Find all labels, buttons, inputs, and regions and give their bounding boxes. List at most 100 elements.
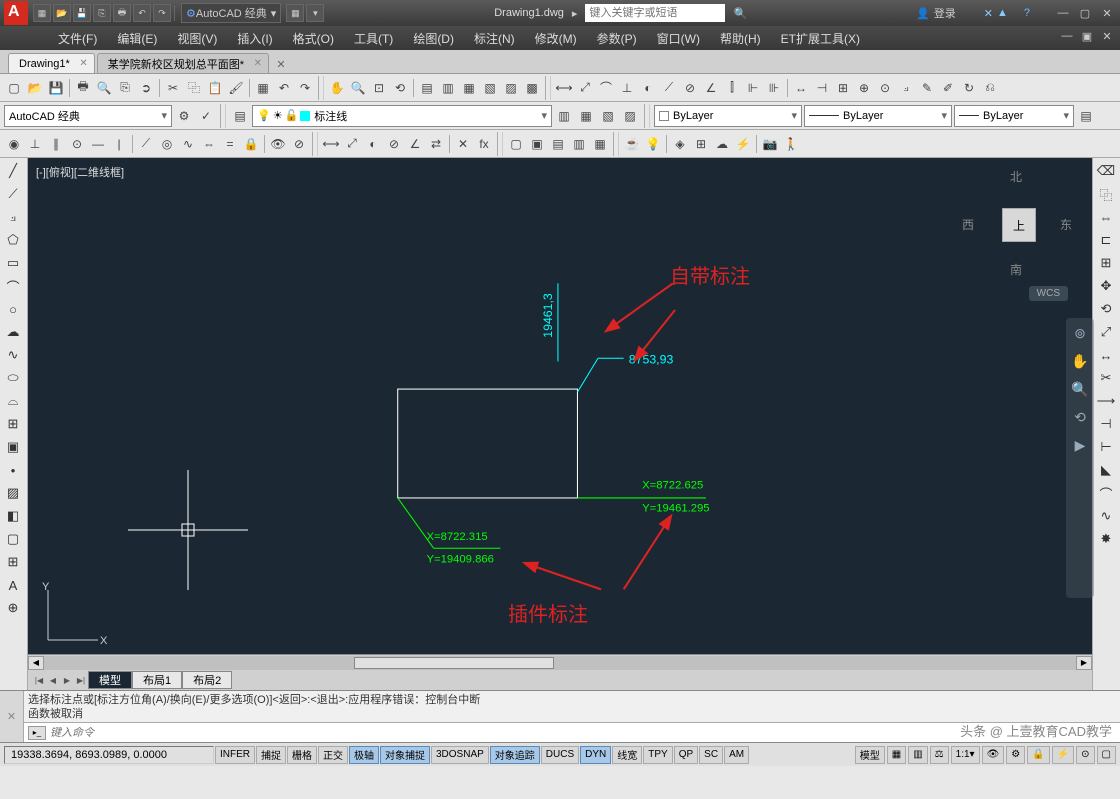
drawing-canvas[interactable]: [-][俯视][二维线框] 8753,93 19461,3 X=8722.625… [28,158,1092,690]
dimedit-icon[interactable]: ✎ [917,78,937,98]
workspace-combo[interactable]: AutoCAD 经典 [4,105,172,127]
addselected-icon[interactable]: ⊕ [2,597,24,619]
scale-icon[interactable]: ⤢ [1095,321,1117,343]
cmd-prompt-icon[interactable]: ▸_ [28,726,46,740]
dcon-lin-icon[interactable]: ⟷ [321,134,341,154]
menu-insert[interactable]: 插入(I) [227,26,282,50]
doc-tab-active[interactable]: Drawing1* ✕ [8,53,95,73]
tolerance-icon[interactable]: ⊞ [833,78,853,98]
cons-horiz-icon[interactable]: — [88,134,108,154]
layout-tab-model[interactable]: 模型 [88,671,132,689]
mirror-icon[interactable]: ⇔ [1095,206,1117,228]
hide-cons-icon[interactable]: ⊘ [289,134,309,154]
viewcube-top[interactable]: 上 [1002,208,1036,242]
qat-dropdown-icon[interactable]: ▾ [306,4,324,22]
isolate-icon[interactable]: ⊙ [1076,746,1094,764]
table-icon[interactable]: ⊞ [2,551,24,573]
cons-tang-icon[interactable]: ⊙ [67,134,87,154]
qat-open-icon[interactable]: 📂 [53,4,71,22]
lt-last-icon[interactable]: ▶| [74,672,88,688]
menu-dimension[interactable]: 标注(N) [464,26,525,50]
menu-tools[interactable]: 工具(T) [344,26,403,50]
menu-view[interactable]: 视图(V) [167,26,227,50]
match-icon[interactable]: 🖌 [226,78,246,98]
vs-concept-icon[interactable]: ▦ [590,134,610,154]
lt-first-icon[interactable]: |◀ [32,672,46,688]
layer-match-icon[interactable]: ▨ [620,106,640,126]
plotstyle-icon[interactable]: ▤ [1076,106,1096,126]
status-ducs[interactable]: DUCS [541,746,579,764]
status-qp[interactable]: QP [674,746,698,764]
ws-settings-icon[interactable]: ⚙ [174,106,194,126]
orbitnav-icon[interactable]: ⟲ [1071,408,1089,426]
dim-cont-icon[interactable]: ⊪ [764,78,784,98]
help-icon[interactable]: ? [1024,7,1030,19]
erase-icon[interactable]: ⌫ [1095,160,1117,182]
map-icon[interactable]: ⊞ [691,134,711,154]
menu-window[interactable]: 窗口(W) [647,26,710,50]
inspect-icon[interactable]: ⊙ [875,78,895,98]
fullnav-icon[interactable]: ⊚ [1071,324,1089,342]
workspace-selector[interactable]: ⚙ AutoCAD 经典 ▾ [181,3,281,23]
quickview-layouts-icon[interactable]: ▥ [908,746,927,764]
command-input[interactable] [50,727,1116,739]
doc-close-icon[interactable]: ✕ [1098,29,1116,43]
vs-wire-icon[interactable]: ▣ [527,134,547,154]
cons-sym-icon[interactable]: ⇔ [199,134,219,154]
extend-icon[interactable]: ⟶ [1095,390,1117,412]
status-dyn[interactable]: DYN [580,746,611,764]
ellipse-icon[interactable]: ⬭ [2,367,24,389]
scroll-right-icon[interactable]: ▶ [1076,656,1092,670]
menu-edit[interactable]: 编辑(E) [107,26,167,50]
dim-arc-icon[interactable]: ⌒ [596,78,616,98]
dcon-align-icon[interactable]: ⤢ [342,134,362,154]
help-search-input[interactable] [585,4,725,22]
menu-help[interactable]: 帮助(H) [710,26,771,50]
cons-para-icon[interactable]: ∥ [46,134,66,154]
offset-icon[interactable]: ⊏ [1095,229,1117,251]
color-combo[interactable]: ByLayer [654,105,802,127]
status-栅格[interactable]: 栅格 [287,746,317,764]
menu-et[interactable]: ET扩展工具(X) [771,26,870,50]
chamfer-icon[interactable]: ◣ [1095,459,1117,481]
status-tpy[interactable]: TPY [643,746,672,764]
show-cons-icon[interactable]: 👁 [268,134,288,154]
dim-ord-icon[interactable]: ⊥ [617,78,637,98]
qat-saveas-icon[interactable]: ⎘ [93,4,111,22]
status-infer[interactable]: INFER [215,746,255,764]
layer-prop-icon[interactable]: ▤ [230,106,250,126]
lt-prev-icon[interactable]: ◀ [46,672,60,688]
menu-format[interactable]: 格式(O) [283,26,344,50]
param-mgr-icon[interactable]: fx [474,134,494,154]
circle-icon[interactable]: ○ [2,298,24,320]
vs-real-icon[interactable]: ▥ [569,134,589,154]
dim-break-icon[interactable]: ⊣ [812,78,832,98]
dim-radius-icon[interactable]: ◐ [638,78,658,98]
pan-icon[interactable]: ✋ [327,78,347,98]
tab-close-icon[interactable]: ✕ [79,58,87,69]
search-icon[interactable]: 🔍 [733,7,747,20]
cons-coinc-icon[interactable]: ◉ [4,134,24,154]
dimupdate-icon[interactable]: ↻ [959,78,979,98]
plot-icon[interactable]: 🖶 [73,78,93,98]
status-对象追踪[interactable]: 对象追踪 [490,746,540,764]
login-label[interactable]: 登录 [934,5,956,21]
layer-iso-icon[interactable]: ▦ [576,106,596,126]
cons-equal-icon[interactable]: = [220,134,240,154]
status-sc[interactable]: SC [699,746,723,764]
join-icon[interactable]: ⊢ [1095,436,1117,458]
vs-hidden-icon[interactable]: ▤ [548,134,568,154]
blend-icon[interactable]: ∿ [1095,505,1117,527]
arc-icon[interactable]: ⌒ [2,275,24,297]
menu-parametric[interactable]: 参数(P) [587,26,647,50]
block-icon[interactable]: ▣ [2,436,24,458]
qat-sheet-icon[interactable]: ▦ [286,4,304,22]
qcalc-icon[interactable]: ▩ [522,78,542,98]
copy-icon[interactable]: ⿻ [184,78,204,98]
annoscale-icon[interactable]: ⚖ [930,746,949,764]
stretch-icon[interactable]: ↔ [1095,344,1117,366]
annovis-icon[interactable]: 👁 [982,746,1005,764]
revcloud-icon[interactable]: ☁ [2,321,24,343]
dim-jog-icon[interactable]: ⟋ [659,78,679,98]
undo-icon[interactable]: ↶ [274,78,294,98]
